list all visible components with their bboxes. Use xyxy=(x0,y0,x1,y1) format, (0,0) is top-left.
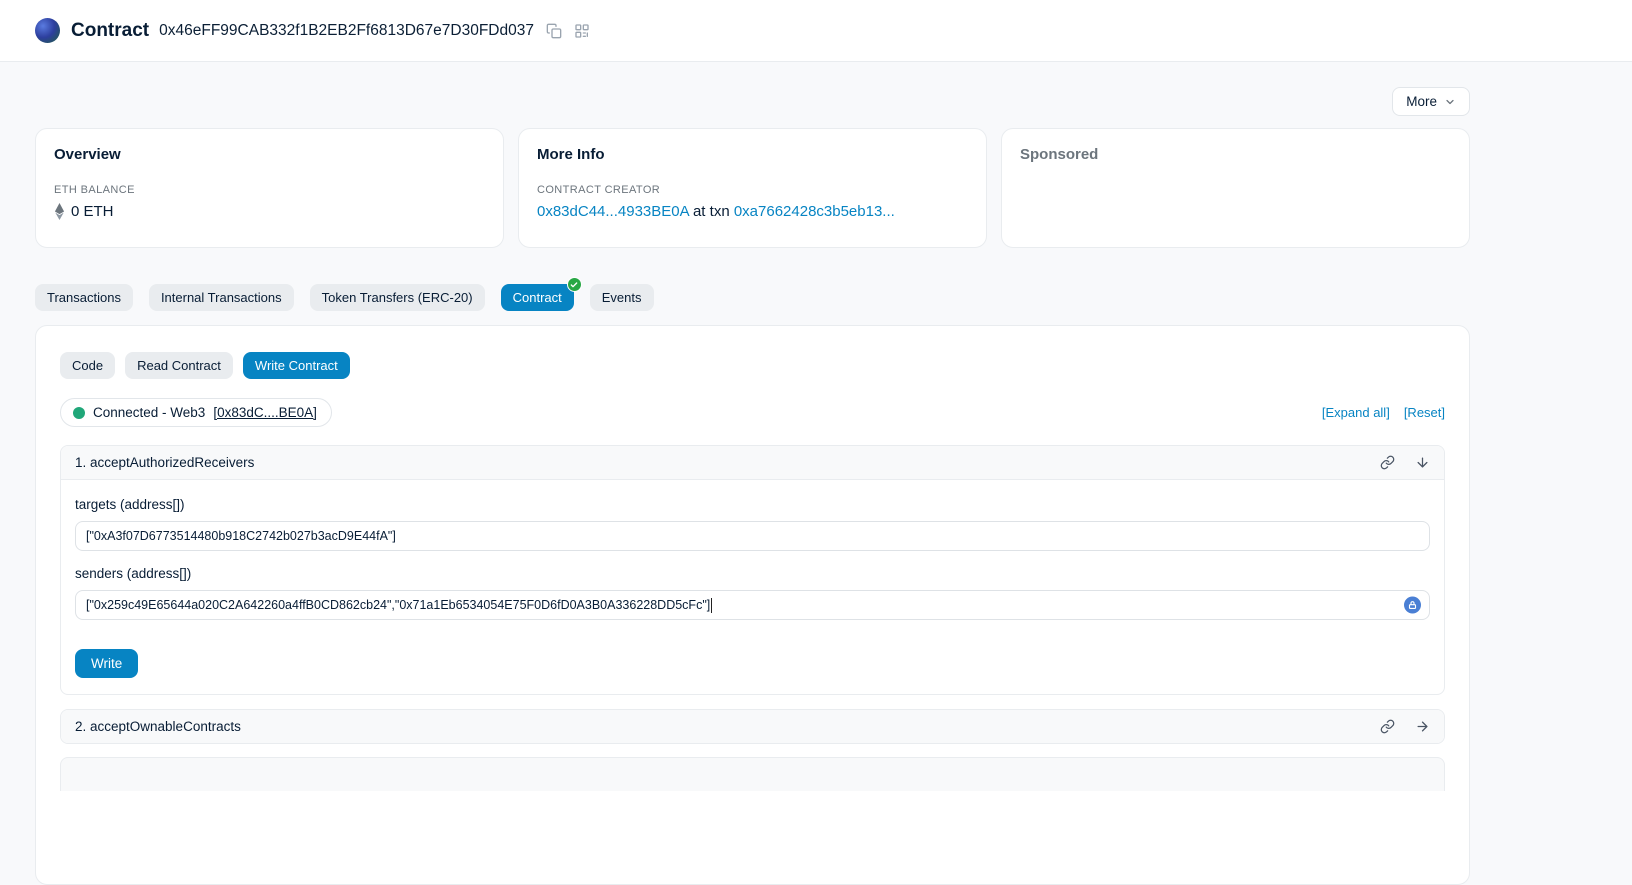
creation-txn-link[interactable]: 0xa7662428c3b5eb13... xyxy=(734,203,895,220)
collapse-arrow-down-icon[interactable] xyxy=(1415,455,1430,470)
chevron-down-icon xyxy=(1444,96,1456,108)
tab-internal-transactions[interactable]: Internal Transactions xyxy=(149,284,294,311)
senders-input-value: ["0x259c49E65644a020C2A642260a4ffB0CD862… xyxy=(86,598,710,612)
senders-field-label: senders (address[]) xyxy=(75,566,1430,581)
tab-transactions[interactable]: Transactions xyxy=(35,284,133,311)
method-1-title: 1. acceptAuthorizedReceivers xyxy=(75,455,254,470)
method-1-body: targets (address[]) senders (address[]) … xyxy=(61,479,1444,694)
primary-tabs: Transactions Internal Transactions Token… xyxy=(35,284,1470,311)
targets-input[interactable] xyxy=(75,521,1430,551)
contract-subtabs: Code Read Contract Write Contract xyxy=(60,352,1445,379)
contract-avatar xyxy=(35,18,60,43)
copy-address-icon[interactable] xyxy=(546,23,562,39)
connection-status-text: Connected - Web3 xyxy=(93,405,205,420)
method-accordion-1: 1. acceptAuthorizedReceivers targets (ad… xyxy=(60,445,1445,695)
eth-balance-value: 0 ETH xyxy=(71,203,114,220)
expand-arrow-right-icon[interactable] xyxy=(1415,719,1430,734)
summary-cards: Overview ETH BALANCE 0 ETH More Info CON… xyxy=(35,128,1470,248)
method-2-title: 2. acceptOwnableContracts xyxy=(75,719,241,734)
targets-field-label: targets (address[]) xyxy=(75,497,1430,512)
sponsored-card: Sponsored xyxy=(1001,128,1470,248)
text-cursor xyxy=(711,598,712,613)
connection-status-pill: Connected - Web3 [0x83dC....BE0A] xyxy=(60,398,332,427)
write-button[interactable]: Write xyxy=(75,649,138,678)
method-accordion-2: 2. acceptOwnableContracts xyxy=(60,709,1445,744)
contract-panel: Code Read Contract Write Contract Connec… xyxy=(35,325,1470,885)
ethereum-icon xyxy=(54,203,65,220)
more-info-card: More Info CONTRACT CREATOR 0x83dC44...49… xyxy=(518,128,987,248)
verified-check-icon xyxy=(567,277,582,292)
at-txn-text: at txn xyxy=(693,203,730,220)
creator-address-link[interactable]: 0x83dC44...4933BE0A xyxy=(537,203,689,220)
overview-card: Overview ETH BALANCE 0 ETH xyxy=(35,128,504,248)
more-dropdown-label: More xyxy=(1406,94,1437,109)
reset-link[interactable]: [Reset] xyxy=(1404,405,1445,420)
password-manager-autofill-icon[interactable] xyxy=(1404,597,1421,614)
senders-input[interactable]: ["0x259c49E65644a020C2A642260a4ffB0CD862… xyxy=(75,590,1430,620)
sponsored-card-title: Sponsored xyxy=(1020,146,1451,163)
eth-balance-label: ETH BALANCE xyxy=(54,184,485,196)
overview-card-title: Overview xyxy=(54,146,485,163)
connected-dot-icon xyxy=(73,407,85,419)
method-1-header[interactable]: 1. acceptAuthorizedReceivers xyxy=(61,446,1444,479)
method-2-header[interactable]: 2. acceptOwnableContracts xyxy=(61,710,1444,743)
method-accordion-3[interactable] xyxy=(60,757,1445,791)
contract-creator-label: CONTRACT CREATOR xyxy=(537,184,968,196)
more-info-card-title: More Info xyxy=(537,146,968,163)
permalink-icon[interactable] xyxy=(1380,719,1395,734)
connected-wallet-link[interactable]: [0x83dC....BE0A] xyxy=(213,405,317,420)
page-title: Contract xyxy=(71,20,149,42)
contract-address: 0x46eFF99CAB332f1B2EB2Ff6813D67e7D30FDd0… xyxy=(159,22,534,40)
subtab-write-contract[interactable]: Write Contract xyxy=(243,352,350,379)
tab-token-transfers[interactable]: Token Transfers (ERC-20) xyxy=(310,284,485,311)
subtab-code[interactable]: Code xyxy=(60,352,115,379)
tab-contract[interactable]: Contract xyxy=(501,284,574,311)
subtab-read-contract[interactable]: Read Contract xyxy=(125,352,233,379)
more-dropdown-button[interactable]: More xyxy=(1392,87,1470,116)
tab-events[interactable]: Events xyxy=(590,284,654,311)
expand-all-link[interactable]: [Expand all] xyxy=(1322,405,1390,420)
page-header: Contract 0x46eFF99CAB332f1B2EB2Ff6813D67… xyxy=(0,0,1632,62)
qr-code-icon[interactable] xyxy=(574,23,590,39)
page-body: More Overview ETH BALANCE 0 ETH More Inf… xyxy=(0,62,1632,885)
permalink-icon[interactable] xyxy=(1380,455,1395,470)
